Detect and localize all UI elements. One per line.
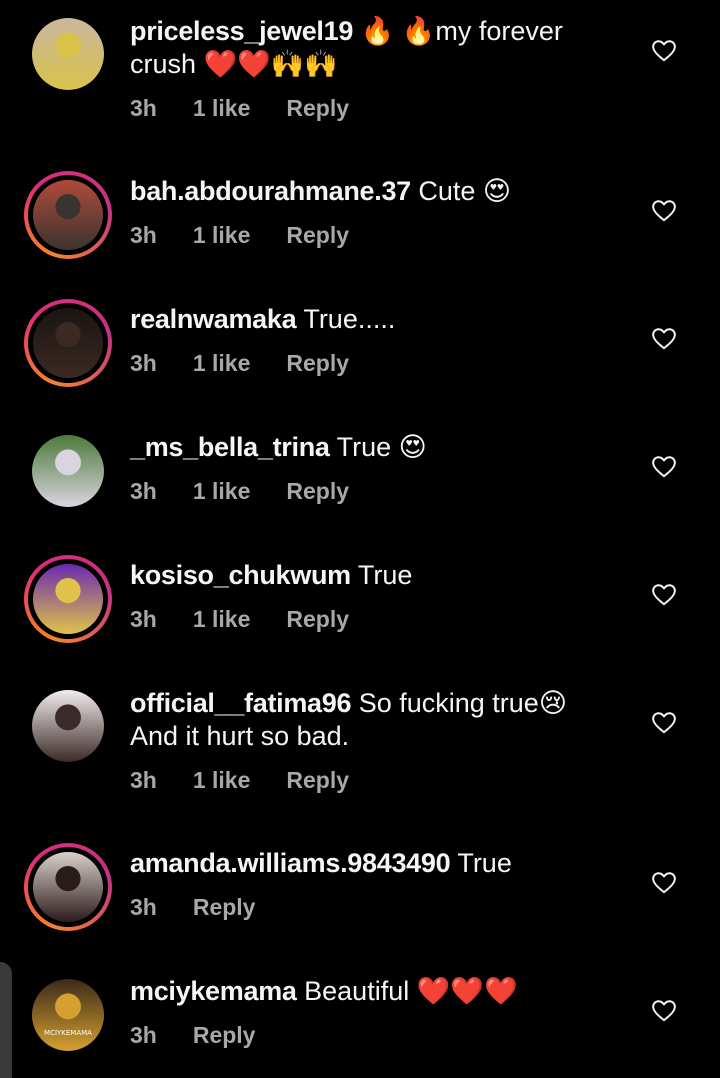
comment-text: mciykemama Beautiful ❤️❤️❤️ xyxy=(130,975,600,1008)
comment-text: realnwamaka True..... xyxy=(130,303,600,336)
comment-username[interactable]: kosiso_chukwum xyxy=(130,560,351,590)
heart-outline-icon[interactable] xyxy=(651,710,677,736)
comment-body: True xyxy=(457,848,512,878)
heart-outline-icon[interactable] xyxy=(651,998,677,1024)
comment-username[interactable]: amanda.williams.9843490 xyxy=(130,848,451,878)
heart-outline-icon[interactable] xyxy=(651,454,677,480)
side-panel-handle[interactable] xyxy=(0,962,12,1078)
comment-timestamp: 3h xyxy=(130,606,157,632)
avatar-photo xyxy=(32,18,104,90)
comment-like-count[interactable]: 1 like xyxy=(193,222,251,248)
comment-meta: 3h 1 like Reply xyxy=(130,222,385,249)
comment-like-count[interactable]: 1 like xyxy=(193,350,251,376)
comment-body: True 😍 xyxy=(336,432,427,462)
avatar-photo xyxy=(32,435,104,507)
comment-body: So fucking true😢 xyxy=(358,688,567,718)
comment-meta: 3h 1 like Reply xyxy=(130,767,385,794)
comment-body: True..... xyxy=(303,304,396,334)
comment-text: kosiso_chukwum True xyxy=(130,559,600,592)
avatar[interactable] xyxy=(24,299,112,387)
comment-meta: 3h 1 like Reply xyxy=(130,350,385,377)
comment-username[interactable]: _ms_bella_trina xyxy=(130,432,330,462)
reply-button[interactable]: Reply xyxy=(286,222,349,248)
reply-button[interactable]: Reply xyxy=(193,894,256,920)
comment-username[interactable]: realnwamaka xyxy=(130,304,297,334)
heart-outline-icon[interactable] xyxy=(651,198,677,224)
heart-outline-icon[interactable] xyxy=(651,870,677,896)
avatar[interactable]: MCIYKEMAMA xyxy=(24,971,112,1059)
comment-timestamp: 3h xyxy=(130,478,157,504)
heart-outline-icon[interactable] xyxy=(651,326,677,352)
reply-button[interactable]: Reply xyxy=(286,350,349,376)
comment-like-count[interactable]: 1 like xyxy=(193,606,251,632)
avatar[interactable] xyxy=(24,427,112,515)
avatar[interactable] xyxy=(24,843,112,931)
comment-timestamp: 3h xyxy=(130,95,157,121)
comment-username[interactable]: official__fatima96 xyxy=(130,688,352,718)
comment-like-count[interactable]: 1 like xyxy=(193,478,251,504)
heart-outline-icon[interactable] xyxy=(651,582,677,608)
comment-timestamp: 3h xyxy=(130,767,157,793)
heart-outline-icon[interactable] xyxy=(651,38,677,64)
comment-username[interactable]: mciykemama xyxy=(130,976,297,1006)
reply-button[interactable]: Reply xyxy=(286,95,349,121)
comment-username[interactable]: priceless_jewel19 xyxy=(130,16,353,46)
reply-button[interactable]: Reply xyxy=(286,767,349,793)
comment-body: Beautiful ❤️❤️❤️ xyxy=(304,976,518,1006)
comment-body-continued: And it hurt so bad. xyxy=(130,721,350,751)
avatar-photo xyxy=(33,308,103,378)
comment-text: bah.abdourahmane.37 Cute 😍 xyxy=(130,175,600,208)
comment-meta: 3h 1 like Reply xyxy=(130,95,385,122)
comment-body: True xyxy=(357,560,413,590)
comment-body: Cute 😍 xyxy=(418,176,512,206)
comment-timestamp: 3h xyxy=(130,894,157,920)
comment-text: _ms_bella_trina True 😍 xyxy=(130,431,600,464)
comment-text: priceless_jewel19 🔥 🔥my forever crush ❤️❤… xyxy=(130,15,600,81)
comment-timestamp: 3h xyxy=(130,1022,157,1048)
comment-meta: 3h 1 like Reply xyxy=(130,606,385,633)
comment-like-count[interactable]: 1 like xyxy=(193,95,251,121)
avatar[interactable] xyxy=(24,555,112,643)
comment-meta: 3h Reply xyxy=(130,894,291,921)
avatar-logo-text: MCIYKEMAMA xyxy=(44,1029,92,1037)
comment-meta: 3h 1 like Reply xyxy=(130,478,385,505)
comment-text: amanda.williams.9843490 True xyxy=(130,847,600,880)
comment-meta: 3h Reply xyxy=(130,1022,291,1049)
avatar[interactable] xyxy=(24,682,112,770)
avatar-photo xyxy=(33,852,103,922)
avatar-photo xyxy=(33,180,103,250)
comment-text: official__fatima96 So fucking true😢 And i… xyxy=(130,687,600,753)
reply-button[interactable]: Reply xyxy=(286,478,349,504)
comment-username[interactable]: bah.abdourahmane.37 xyxy=(130,176,411,206)
comment-like-count[interactable]: 1 like xyxy=(193,767,251,793)
avatar-photo xyxy=(33,564,103,634)
comment-body-continued: crush ❤️❤️🙌🙌 xyxy=(130,49,338,79)
reply-button[interactable]: Reply xyxy=(193,1022,256,1048)
avatar[interactable] xyxy=(24,171,112,259)
avatar-photo xyxy=(32,690,104,762)
comment-body: 🔥 🔥my forever xyxy=(360,16,563,46)
avatar-photo: MCIYKEMAMA xyxy=(32,979,104,1051)
avatar[interactable] xyxy=(24,10,112,98)
comment-timestamp: 3h xyxy=(130,350,157,376)
reply-button[interactable]: Reply xyxy=(286,606,349,632)
comment-timestamp: 3h xyxy=(130,222,157,248)
